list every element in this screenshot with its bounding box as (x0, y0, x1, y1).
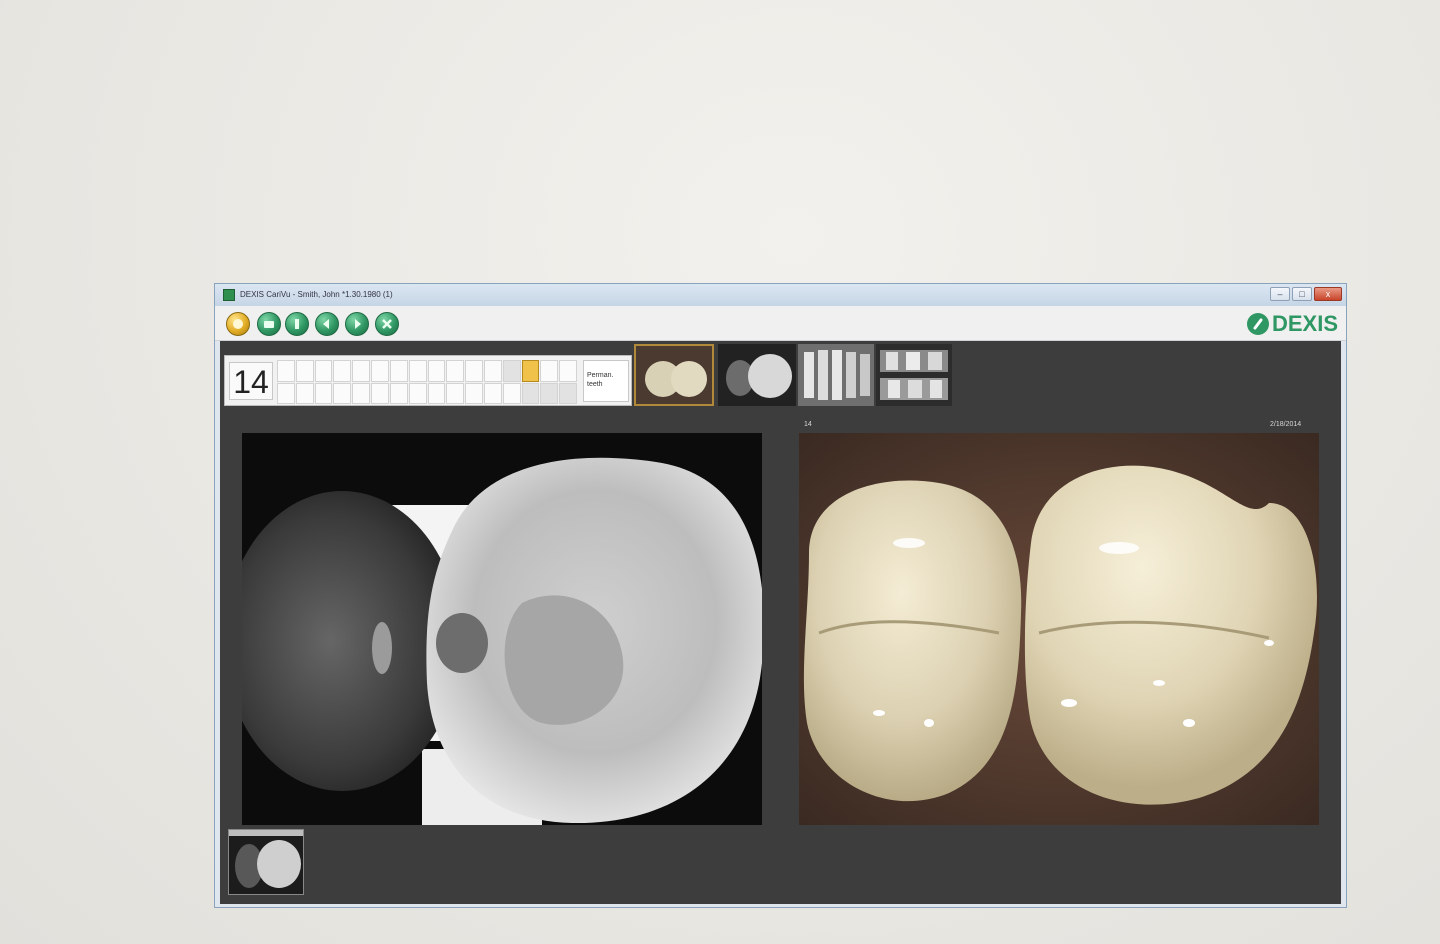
minimize-button[interactable]: – (1270, 287, 1290, 301)
bottom-thumbnail-image (229, 830, 303, 894)
tooth-cell[interactable] (427, 382, 446, 404)
app-icon (223, 289, 235, 301)
permanent-teeth-toggle[interactable]: Perman. teeth (583, 360, 629, 402)
dexis-logo: DEXIS (1246, 311, 1338, 337)
tooth-cell[interactable] (389, 360, 408, 382)
image-date-label: 2/18/2014 (1270, 421, 1302, 428)
tooth-cell[interactable] (540, 382, 559, 404)
tooth-cell[interactable] (446, 382, 465, 404)
tooth-cell[interactable] (559, 382, 577, 404)
tooth-cell[interactable] (502, 360, 521, 382)
tooth-cell[interactable] (371, 360, 389, 382)
transillumination-image (242, 433, 762, 825)
thumbnail-transillumination[interactable] (718, 344, 796, 406)
tooth-cell[interactable] (371, 382, 389, 404)
tooth-cell[interactable] (408, 382, 427, 404)
dexis-window: DEXIS CariVu - Smith, John *1.30.1980 (1… (214, 283, 1347, 908)
tooth-cell[interactable] (483, 382, 502, 404)
dexis-logo-text: DEXIS (1271, 311, 1338, 336)
tooth-cell[interactable] (277, 382, 295, 404)
main-workspace: 14 Perman. teeth 14 2/18/2014 (220, 341, 1341, 904)
intraoral-photo-image (799, 433, 1319, 825)
tooth-cell[interactable] (559, 360, 577, 382)
thumbnail-xray-bitewing[interactable] (876, 344, 952, 406)
bottom-thumbnail[interactable] (228, 829, 304, 895)
tooth-cell[interactable] (352, 360, 371, 382)
tooth-cell[interactable] (352, 382, 371, 404)
back-button[interactable] (315, 312, 339, 336)
tooth-selector: 14 Perman. teeth (224, 355, 632, 406)
thumbnail-intraoral-photo[interactable] (634, 344, 714, 406)
exit-button[interactable] (375, 312, 399, 336)
tooth-cell[interactable] (465, 360, 483, 382)
tooth-cell[interactable] (446, 360, 465, 382)
tooth-cell[interactable] (521, 382, 540, 404)
maximize-button[interactable]: □ (1292, 287, 1312, 301)
home-icon (233, 319, 243, 329)
toolbar: DEXIS (215, 306, 1346, 341)
tooth-cell[interactable] (483, 360, 502, 382)
back-icon (323, 319, 329, 329)
transillumination-image-panel[interactable] (242, 433, 762, 825)
tooth-cell[interactable] (314, 360, 333, 382)
tooth-cell[interactable] (333, 360, 352, 382)
xray-bitewing-thumbnail (876, 344, 952, 406)
settings-button[interactable] (285, 312, 309, 336)
tooth-cell[interactable] (502, 382, 521, 404)
forward-button[interactable] (345, 312, 369, 336)
intraoral-photo-panel[interactable] (799, 433, 1319, 825)
xray-anterior-thumbnail (798, 344, 874, 406)
image-tooth-label: 14 (804, 421, 812, 428)
dexis-logo-icon (1246, 313, 1269, 335)
selected-tooth-number: 14 (229, 362, 273, 400)
tooth-cell[interactable] (277, 360, 295, 382)
camera-icon (264, 321, 274, 328)
window-title: DEXIS CariVu - Smith, John *1.30.1980 (1… (240, 290, 393, 299)
tooth-cell-selected[interactable] (521, 360, 540, 382)
tooth-chart-grid (277, 360, 577, 404)
home-button[interactable] (226, 312, 250, 336)
title-bar[interactable]: DEXIS CariVu - Smith, John *1.30.1980 (1… (215, 284, 1346, 306)
transillumination-thumbnail (718, 344, 796, 406)
tooth-cell[interactable] (540, 360, 559, 382)
intraoral-photo-thumbnail (636, 346, 712, 404)
forward-icon (355, 319, 361, 329)
tooth-cell[interactable] (408, 360, 427, 382)
window-controls: – □ x (1270, 287, 1342, 301)
close-icon (382, 319, 392, 329)
camera-button[interactable] (257, 312, 281, 336)
tooth-cell[interactable] (295, 360, 314, 382)
tooth-cell[interactable] (333, 382, 352, 404)
thumbnail-xray-anterior[interactable] (798, 344, 874, 406)
tooth-cell[interactable] (465, 382, 483, 404)
tooth-cell[interactable] (389, 382, 408, 404)
tooth-cell[interactable] (314, 382, 333, 404)
close-window-button[interactable]: x (1314, 287, 1342, 301)
settings-icon (295, 319, 299, 329)
tooth-cell[interactable] (295, 382, 314, 404)
tooth-cell[interactable] (427, 360, 446, 382)
